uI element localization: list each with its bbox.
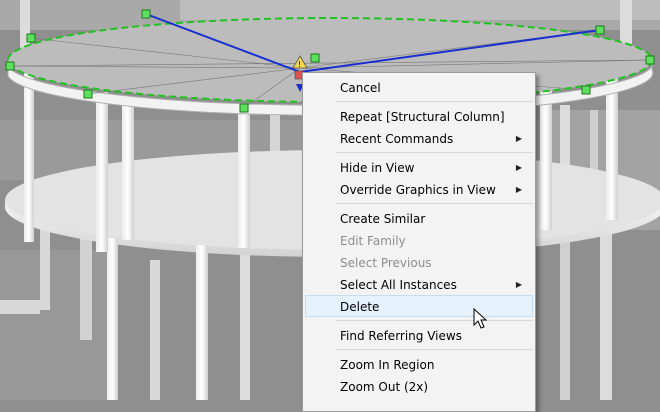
mouse-cursor-icon [473, 308, 487, 329]
menu-item-zoom-in-region[interactable]: Zoom In Region [305, 353, 533, 375]
menu-item-create-similar[interactable]: Create Similar [305, 207, 533, 229]
submenu-arrow-icon: ▶ [515, 280, 522, 289]
menu-item-edit-family: Edit Family [340, 234, 406, 248]
menu-item-find-referring-views[interactable]: Find Referring Views [305, 324, 533, 346]
svg-text:!: ! [298, 60, 301, 69]
context-menu: Cancel Repeat [Structural Column] Recent… [302, 72, 536, 412]
menu-item-zoom-out[interactable]: Zoom Out (2x) [305, 375, 533, 397]
menu-item-override-graphics[interactable]: Override Graphics in View ▶ [305, 178, 533, 200]
menu-item-cancel[interactable]: Cancel [305, 76, 533, 98]
menu-item-recent-commands[interactable]: Recent Commands ▶ [305, 127, 533, 149]
menu-item-select-previous: Select Previous [340, 256, 432, 270]
menu-item-hide-in-view[interactable]: Hide in View ▶ [305, 156, 533, 178]
menu-separator [335, 349, 533, 350]
menu-separator [335, 152, 533, 153]
menu-item-repeat[interactable]: Repeat [Structural Column] [305, 105, 533, 127]
menu-separator [335, 101, 533, 102]
menu-separator [335, 320, 533, 321]
menu-item-delete[interactable]: Delete [305, 295, 533, 317]
menu-item-select-all-instances[interactable]: Select All Instances ▶ [305, 273, 533, 295]
menu-separator [335, 203, 533, 204]
submenu-arrow-icon: ▶ [515, 163, 522, 172]
submenu-arrow-icon: ▶ [515, 185, 522, 194]
submenu-arrow-icon: ▶ [515, 134, 522, 143]
